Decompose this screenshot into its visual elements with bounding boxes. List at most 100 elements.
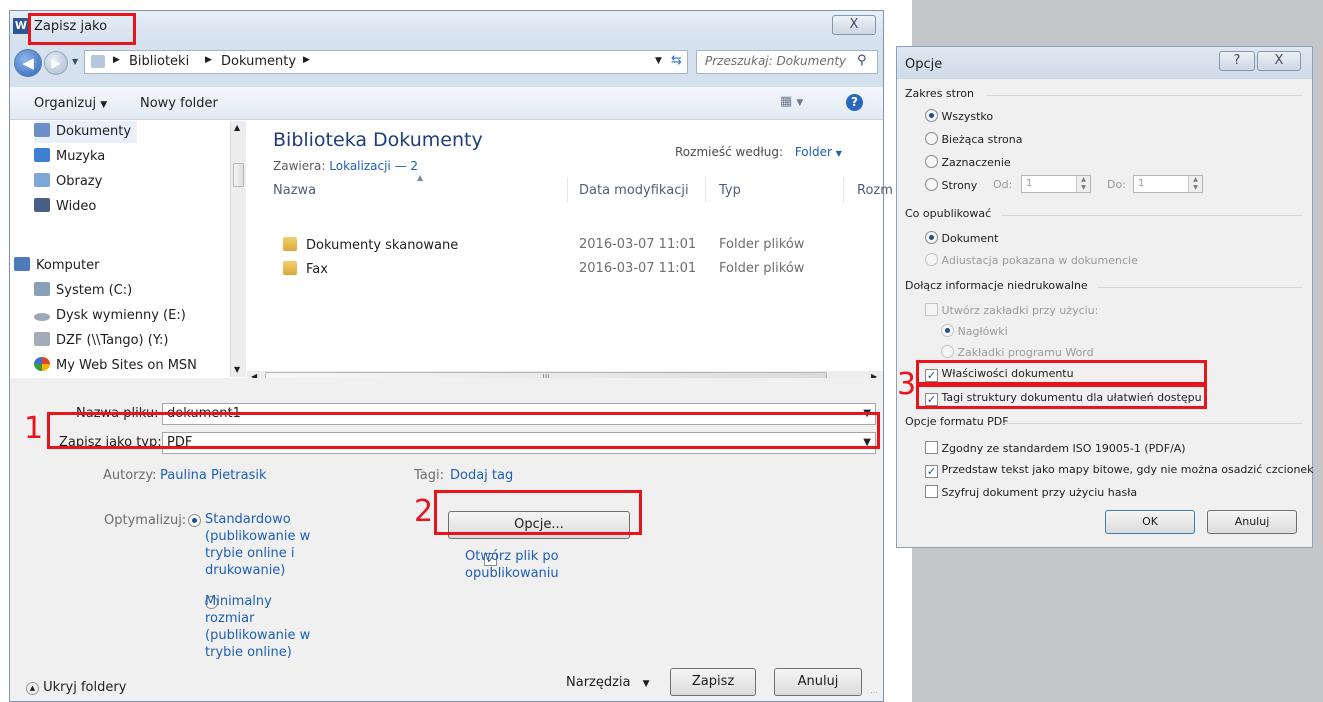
- table-row[interactable]: Dokumenty skanowane 2016-03-07 11:01 Fol…: [247, 235, 883, 257]
- cancel-button[interactable]: Anuluj: [774, 668, 862, 696]
- nav-item-video[interactable]: Wideo: [34, 196, 96, 218]
- publish-markup-option[interactable]: Adiustacja pokazana w dokumencie: [925, 253, 1138, 267]
- authors-value[interactable]: Paulina Pietrasik: [160, 468, 267, 483]
- search-icon[interactable]: ⚲: [857, 53, 867, 68]
- nav-vertical-scrollbar[interactable]: ▲ ▼: [230, 121, 246, 377]
- arrange-folder-dropdown[interactable]: Folder ▼: [795, 145, 842, 159]
- options-help-button[interactable]: ?: [1219, 51, 1255, 71]
- spinner-arrows-icon[interactable]: ▲ ▼: [1076, 176, 1090, 192]
- chevron-down-icon: ▼: [100, 100, 108, 110]
- address-dropdown-icon[interactable]: ▼: [655, 56, 662, 66]
- range-selection-option[interactable]: Zaznaczenie: [925, 155, 1011, 169]
- column-size[interactable]: Rozm: [857, 183, 893, 198]
- nav-item-removable-e[interactable]: Dysk wymienny (E:): [34, 305, 186, 327]
- optimize-minimal-label[interactable]: Minimalny rozmiar (publikowanie w trybie…: [205, 593, 325, 661]
- encrypt-checkbox[interactable]: [925, 485, 938, 498]
- bookmarks-headings-radio[interactable]: [941, 324, 954, 337]
- organize-menu[interactable]: Organizuj ▼: [34, 96, 107, 111]
- pdf-options-title: Opcje formatu PDF: [905, 415, 1009, 428]
- tools-menu[interactable]: Narzędzia ▼: [566, 675, 650, 690]
- publish-document-radio[interactable]: [925, 231, 938, 244]
- open-after-label[interactable]: Otwórz plik po opublikowaniu: [465, 548, 585, 582]
- options-close-button[interactable]: X: [1257, 51, 1301, 71]
- music-icon: [34, 148, 50, 162]
- nav-item-label: Dokumenty: [56, 124, 132, 139]
- to-label: Do:: [1107, 178, 1126, 191]
- range-pages-radio[interactable]: [925, 178, 938, 191]
- encrypt-option[interactable]: Szyfruj dokument przy użyciu hasła: [925, 485, 1137, 499]
- new-folder-button[interactable]: Nowy folder: [140, 96, 218, 111]
- scroll-up-icon[interactable]: ▲: [234, 123, 240, 132]
- column-type[interactable]: Typ: [719, 183, 741, 198]
- range-all-option[interactable]: Wszystko: [925, 109, 993, 123]
- options-cancel-button[interactable]: Anuluj: [1207, 510, 1297, 534]
- nav-item-music[interactable]: Muzyka: [34, 146, 105, 168]
- add-tag-link[interactable]: Dodaj tag: [450, 468, 513, 483]
- save-dialog-close-button[interactable]: X: [832, 15, 876, 35]
- bitmap-text-checkbox[interactable]: ✓: [925, 465, 938, 478]
- nav-item-label: My Web Sites on MSN: [56, 358, 197, 373]
- recent-pages-chevron-icon[interactable]: ▼: [72, 57, 78, 66]
- group-divider: [1001, 215, 1303, 216]
- bookmarks-option[interactable]: Utwórz zakładki przy użyciu:: [925, 303, 1098, 317]
- nav-item-network-y[interactable]: DZF (\\Tango) (Y:): [34, 330, 169, 352]
- breadcrumb-documents[interactable]: Dokumenty: [221, 54, 296, 69]
- bookmarks-checkbox[interactable]: [925, 303, 938, 316]
- help-icon[interactable]: ?: [846, 94, 863, 111]
- address-bar-row: ◀ ▶ ▼ ▶ Biblioteki ▶ Dokumenty ▶ ▼ ⇆ Prz…: [10, 41, 883, 93]
- breadcrumb-bar[interactable]: ▶ Biblioteki ▶ Dokumenty ▶ ▼ ⇆: [84, 50, 688, 74]
- nav-scroll-thumb[interactable]: [233, 163, 244, 187]
- resize-grip-icon[interactable]: ⋯: [870, 688, 878, 697]
- column-separator[interactable]: [843, 177, 844, 203]
- file-type: Folder plików: [719, 237, 805, 252]
- column-separator[interactable]: [705, 177, 706, 203]
- from-page-input[interactable]: 1 ▲ ▼: [1021, 175, 1091, 193]
- hide-folders-label: Ukryj foldery: [43, 680, 127, 695]
- nav-item-msn[interactable]: My Web Sites on MSN: [34, 355, 197, 377]
- nav-item-documents[interactable]: Dokumenty: [34, 121, 138, 143]
- bookmarks-word-radio[interactable]: [941, 345, 954, 358]
- optimize-standard-radio[interactable]: [188, 514, 201, 527]
- save-button[interactable]: Zapisz: [670, 668, 756, 696]
- table-row[interactable]: Fax 2016-03-07 11:01 Folder plików: [247, 259, 883, 281]
- publish-markup-radio[interactable]: [925, 253, 938, 266]
- column-date[interactable]: Data modyfikacji: [579, 183, 689, 198]
- publish-document-label: Dokument: [941, 232, 999, 245]
- folder-icon: [283, 261, 297, 275]
- scroll-down-icon[interactable]: ▼: [234, 365, 240, 374]
- range-pages-option[interactable]: Strony: [925, 178, 977, 192]
- column-separator[interactable]: [567, 177, 568, 203]
- refresh-icon[interactable]: ⇆: [671, 53, 682, 68]
- bookmarks-word-option[interactable]: Zakładki programu Word: [941, 345, 1094, 359]
- breadcrumb-libraries[interactable]: Biblioteki: [129, 54, 189, 69]
- publish-document-option[interactable]: Dokument: [925, 231, 998, 245]
- nav-item-computer[interactable]: Komputer: [14, 255, 99, 277]
- locations-link[interactable]: Lokalizacji — 2: [329, 159, 418, 173]
- pdfa-option[interactable]: Zgodny ze standardem ISO 19005-1 (PDF/A): [925, 441, 1186, 455]
- spinner-arrows-icon[interactable]: ▲ ▼: [1188, 176, 1202, 192]
- range-current-radio[interactable]: [925, 132, 938, 145]
- range-selection-radio[interactable]: [925, 155, 938, 168]
- range-current-option[interactable]: Bieżąca strona: [925, 132, 1022, 146]
- range-pages-label: Strony: [941, 179, 978, 192]
- bookmarks-headings-option[interactable]: Nagłówki: [941, 324, 1008, 338]
- hide-folders-toggle[interactable]: ▲ Ukryj foldery: [26, 680, 126, 695]
- optimize-standard-label[interactable]: Standardowo (publikowanie w trybie onlin…: [205, 511, 325, 579]
- search-input[interactable]: Przeszukaj: Dokumenty ⚲: [696, 50, 878, 74]
- network-drive-icon: [34, 332, 50, 346]
- pdfa-checkbox[interactable]: [925, 441, 938, 454]
- back-button[interactable]: ◀: [14, 49, 42, 77]
- nav-item-label: Wideo: [56, 199, 97, 214]
- from-label: Od:: [993, 178, 1013, 191]
- nav-item-label: System (C:): [56, 283, 133, 298]
- column-name[interactable]: Nazwa: [273, 183, 316, 198]
- annotation-title-highlight: [28, 13, 136, 45]
- view-options-icon[interactable]: ▦ ▼: [780, 94, 803, 109]
- nav-item-system-c[interactable]: System (C:): [34, 280, 132, 302]
- forward-button[interactable]: ▶: [44, 51, 68, 75]
- range-all-radio[interactable]: [925, 109, 938, 122]
- nav-item-pictures[interactable]: Obrazy: [34, 171, 102, 193]
- bitmap-text-option[interactable]: ✓ Przedstaw tekst jako mapy bitowe, gdy …: [925, 463, 1314, 478]
- to-page-input[interactable]: 1 ▲ ▼: [1133, 175, 1203, 193]
- ok-button[interactable]: OK: [1105, 510, 1195, 534]
